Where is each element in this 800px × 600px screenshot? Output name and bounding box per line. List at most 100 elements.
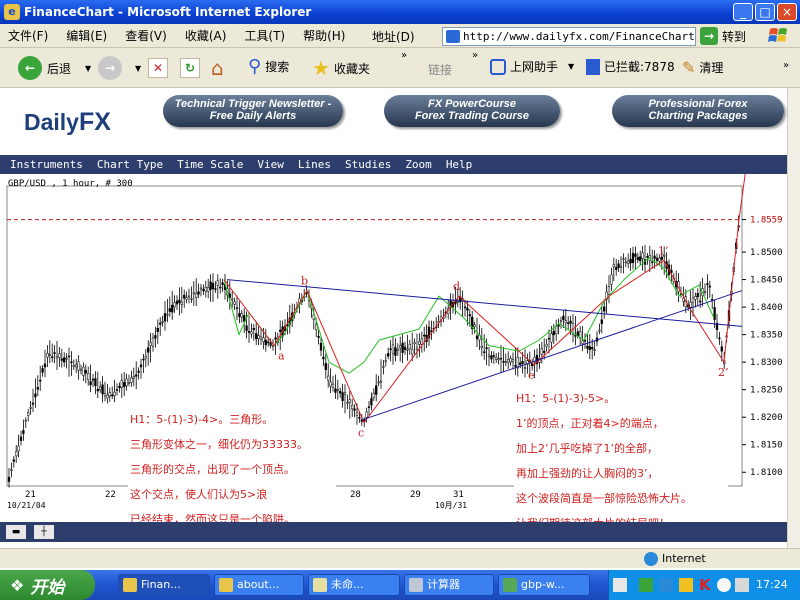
volume-icon[interactable] (735, 578, 749, 592)
close-button[interactable]: × (777, 3, 797, 21)
helper-icon (490, 58, 506, 75)
calculator-icon (409, 578, 423, 592)
home-icon[interactable]: ⌂ (211, 56, 224, 80)
k-icon[interactable]: K (699, 576, 711, 594)
start-button[interactable]: ❖ 开始 (0, 570, 95, 600)
dropdown-arrow-icon[interactable]: ▼ (85, 64, 91, 73)
links-label[interactable]: 链接 (428, 61, 452, 78)
back-button[interactable]: ← 后退 ▼ (18, 56, 91, 80)
candle-body (132, 376, 135, 379)
status-zone: Internet (662, 552, 706, 565)
y-tick-label: 1.8559 (750, 216, 783, 226)
candle-body (523, 367, 527, 369)
x-sub-label: 10月/31 (435, 501, 467, 510)
shield-icon[interactable] (659, 578, 673, 592)
search-button[interactable]: ⚲ 搜索 (248, 56, 289, 77)
chart-menu-chart-type[interactable]: Chart Type (97, 158, 163, 171)
help-icon[interactable] (717, 578, 731, 592)
powercourse-banner[interactable]: FX PowerCourse Forex Trading Course (384, 95, 560, 127)
candle-body (36, 387, 39, 390)
chart-menu-view[interactable]: View (257, 158, 284, 171)
x-sub-label: 10/21/04 (7, 501, 46, 510)
x-tick-label: 21 (25, 490, 36, 500)
go-arrow-icon: → (700, 27, 718, 45)
candle-body (499, 357, 503, 360)
candle-body (39, 379, 42, 382)
chevron-icon[interactable]: » (401, 50, 407, 61)
favorites-button[interactable]: ★ 收藏夹 (312, 56, 370, 80)
task-calculator[interactable]: 计算器 (404, 574, 494, 596)
address-input[interactable]: http://www.dailyfx.com/FinanceChart. (442, 27, 696, 46)
charting-banner[interactable]: Professional Forex Charting Packages (612, 95, 784, 127)
blocked-label: 已拦截:7878 (604, 60, 675, 74)
maximize-button[interactable]: □ (755, 3, 775, 21)
messenger-icon[interactable] (679, 578, 693, 592)
candle-body (171, 304, 174, 313)
menu-edit[interactable]: 编辑(E) (66, 27, 107, 44)
candle-body (53, 352, 56, 354)
candle-body (144, 356, 147, 359)
blocked-button[interactable]: 已拦截:7878 (586, 58, 675, 75)
chevron-icon[interactable]: » (783, 60, 789, 71)
candle-body (543, 350, 546, 353)
candle-body (41, 368, 44, 373)
candle-body (27, 412, 30, 416)
candle-body (497, 358, 500, 361)
candle-body (600, 319, 603, 324)
candle-body (139, 364, 143, 368)
candle-body (581, 340, 584, 344)
candle-body (72, 365, 75, 367)
task-image[interactable]: gbp-w... (498, 574, 590, 596)
candle-body (101, 384, 104, 395)
network-icon[interactable] (639, 578, 653, 592)
keyboard-icon[interactable] (613, 578, 627, 592)
chart-menu-instruments[interactable]: Instruments (10, 158, 83, 171)
menu-favorites[interactable]: 收藏(A) (185, 27, 227, 44)
menu-view[interactable]: 查看(V) (125, 27, 167, 44)
candle-body (94, 378, 97, 387)
ie-icon (219, 578, 233, 592)
chevron-icon[interactable]: » (472, 50, 478, 61)
dropdown-arrow-icon[interactable]: ▼ (568, 62, 574, 71)
candle-body (185, 297, 188, 300)
candle-body (391, 344, 395, 354)
candle-body (411, 349, 414, 355)
candle-body (137, 370, 140, 373)
clock: 17:24 (756, 578, 788, 591)
newsletter-banner[interactable]: Technical Trigger Newsletter - Free Dail… (163, 95, 343, 127)
helper-button[interactable]: 上网助手 ▼ (490, 58, 574, 75)
candle-body (555, 326, 558, 334)
forward-button[interactable]: → ▼ (98, 56, 141, 80)
chart-menu-lines[interactable]: Lines (298, 158, 331, 171)
candle-body (70, 361, 73, 364)
menu-tools[interactable]: 工具(T) (244, 27, 285, 44)
dailyfx-logo[interactable]: DailyFX (24, 108, 111, 137)
refresh-icon[interactable]: ↻ (180, 58, 200, 78)
minimize-button[interactable]: _ (733, 3, 753, 21)
ie-icon (123, 578, 137, 592)
task-financechart[interactable]: Finan... (118, 574, 210, 596)
candle-body (559, 320, 563, 322)
task-paint[interactable]: 未命... (308, 574, 400, 596)
candle-body (15, 451, 18, 457)
chart-menu-zoom[interactable]: Zoom (405, 158, 432, 171)
candle-body (629, 258, 632, 264)
chart-crosshair-icon[interactable]: ┼ (34, 525, 54, 539)
candle-body (634, 253, 637, 257)
clean-button[interactable]: ✎ 清理 (682, 58, 723, 77)
candle-body (60, 358, 63, 361)
task-about[interactable]: about... (214, 574, 304, 596)
menu-file[interactable]: 文件(F) (8, 27, 48, 44)
candle-body (718, 337, 721, 340)
chart-menu-studies[interactable]: Studies (345, 158, 391, 171)
chart-menu-time-scale[interactable]: Time Scale (177, 158, 243, 171)
dropdown-arrow-icon[interactable]: ▼ (135, 64, 141, 73)
chart-zoom-out-icon[interactable]: ▬ (6, 525, 26, 539)
menu-help[interactable]: 帮助(H) (303, 27, 345, 44)
vertical-scrollbar[interactable] (787, 88, 800, 548)
candle-body (699, 300, 702, 303)
go-button[interactable]: → 转到 (700, 27, 746, 45)
chart-menu-help[interactable]: Help (446, 158, 473, 171)
stop-icon[interactable]: ✕ (148, 58, 168, 78)
task-label: about... (237, 578, 280, 591)
